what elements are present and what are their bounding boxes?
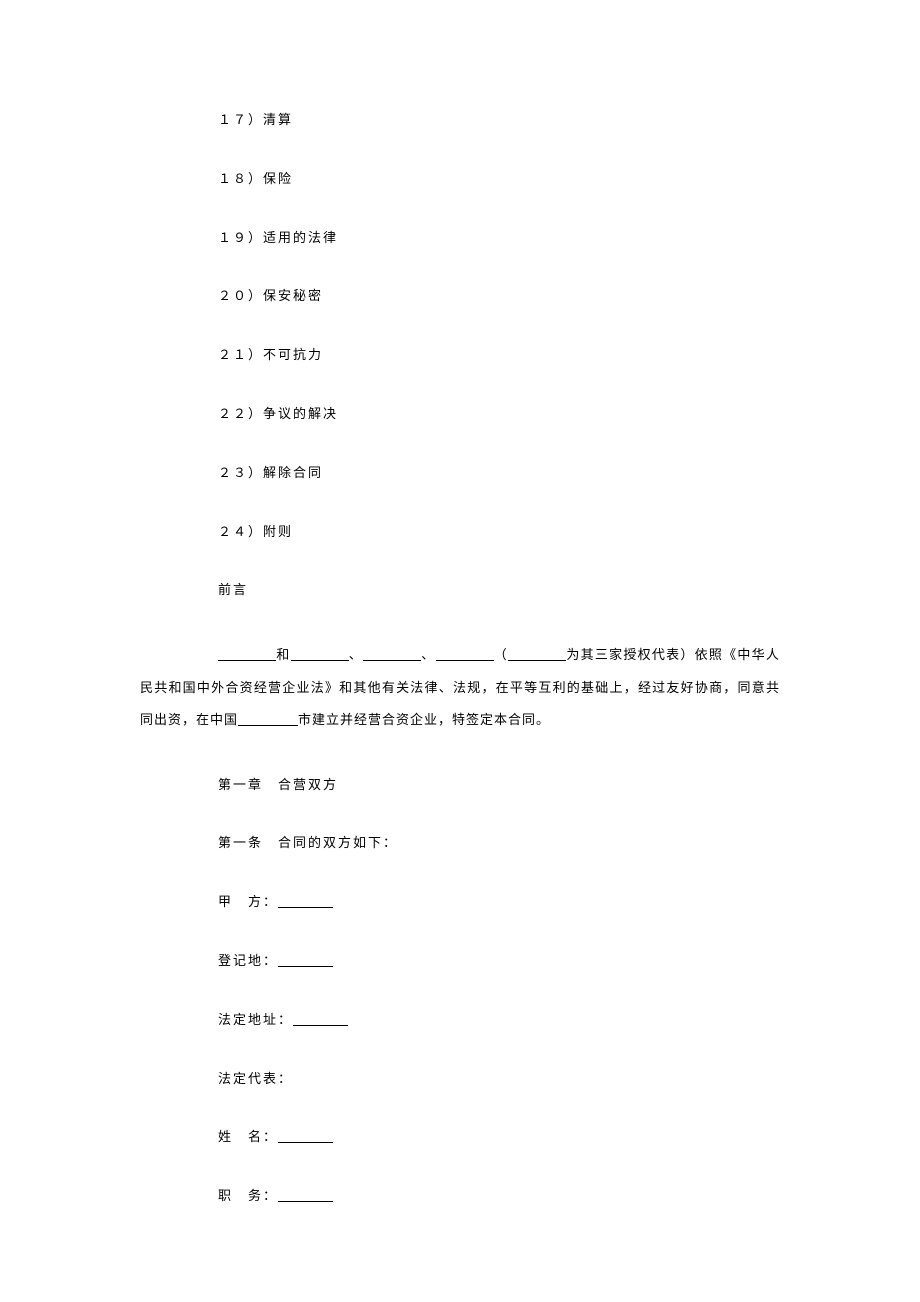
preface-text-f: 市建立并经营合资企业，特签定本合同。 (298, 712, 550, 727)
blank-party-a (278, 895, 333, 908)
toc-item-22: ２２）争议的解决 (140, 404, 780, 425)
chapter-1-title: 第一章 合营双方 (140, 775, 780, 796)
preface-paragraph: 和、、（为其三家授权代表）依照《中华人民共和国中外合资经营企业法》和其他有关法律… (140, 639, 780, 737)
toc-item-18: １８）保险 (140, 169, 780, 190)
blank-city (238, 713, 298, 726)
toc-item-24: ２４）附则 (140, 522, 780, 543)
blank-legal-addr (293, 1013, 348, 1026)
toc-item-21: ２１）不可抗力 (140, 345, 780, 366)
preface-text-c: 、 (421, 647, 436, 662)
field-legal-rep: 法定代表： (140, 1069, 780, 1090)
name-label: 姓 名： (218, 1129, 278, 1144)
toc-item-20: ２０）保安秘密 (140, 286, 780, 307)
toc-item-17: １７）清算 (140, 110, 780, 131)
preface-text-d: （ (494, 647, 509, 662)
preface-text-a: 和 (276, 647, 291, 662)
blank-name (278, 1130, 333, 1143)
preface-text-b: 、 (349, 647, 364, 662)
blank-party3 (363, 648, 421, 661)
blank-party4 (436, 648, 494, 661)
field-name: 姓 名： (140, 1127, 780, 1148)
field-legal-addr: 法定地址： (140, 1010, 780, 1031)
toc-item-23: ２３）解除合同 (140, 463, 780, 484)
field-party-a: 甲 方： (140, 892, 780, 913)
blank-position (278, 1189, 333, 1202)
blank-party2 (291, 648, 349, 661)
toc-item-19: １９）适用的法律 (140, 228, 780, 249)
legal-rep-label: 法定代表： (218, 1071, 293, 1086)
blank-reg-place (278, 954, 333, 967)
reg-place-label: 登记地： (218, 953, 278, 968)
party-a-label: 甲 方： (218, 894, 278, 909)
blank-auth-rep (508, 648, 566, 661)
legal-addr-label: 法定地址： (218, 1012, 293, 1027)
field-position: 职 务： (140, 1186, 780, 1207)
field-reg-place: 登记地： (140, 951, 780, 972)
blank-party1 (218, 648, 276, 661)
article-1: 第一条 合同的双方如下： (140, 833, 780, 854)
preface-label: 前言 (140, 580, 780, 601)
position-label: 职 务： (218, 1188, 278, 1203)
